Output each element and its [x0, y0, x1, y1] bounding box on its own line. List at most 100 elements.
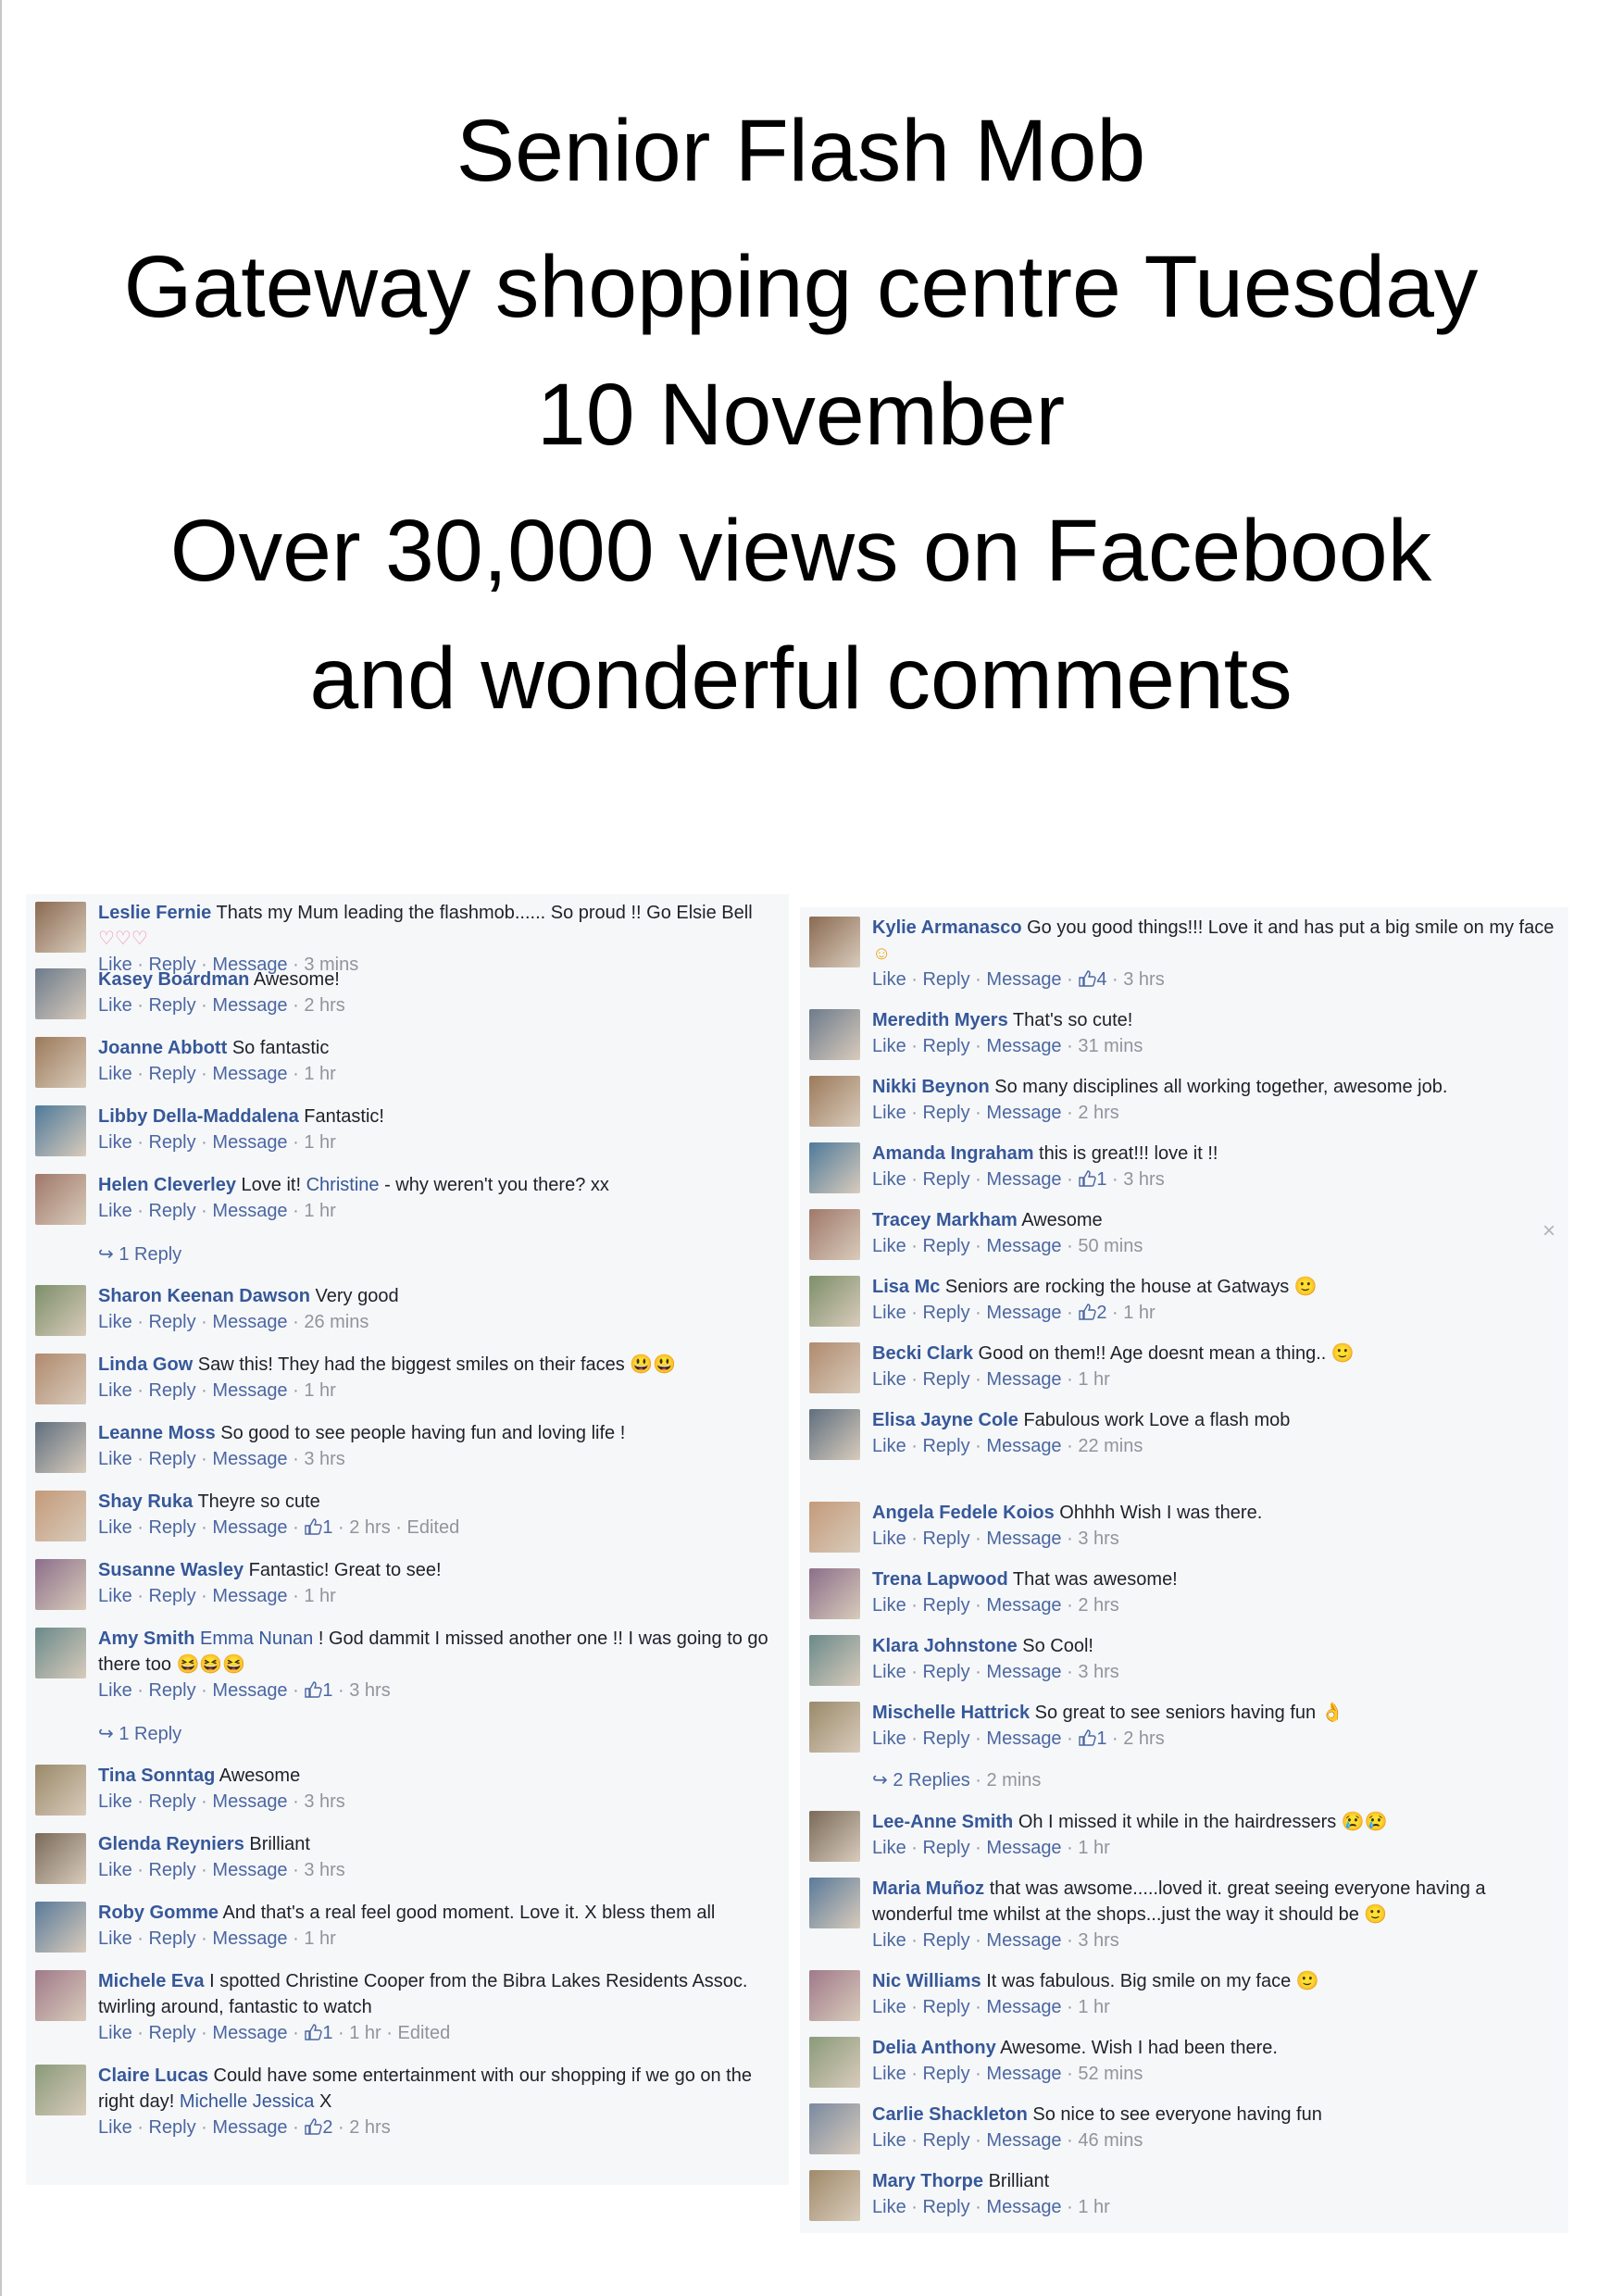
- avatar[interactable]: [809, 2170, 860, 2221]
- message-link[interactable]: Message: [986, 2064, 1061, 2084]
- timestamp[interactable]: 50 mins: [1078, 1236, 1143, 1256]
- timestamp[interactable]: 2 hrs: [1078, 1103, 1118, 1123]
- timestamp[interactable]: 1 hr: [1123, 1303, 1155, 1323]
- avatar[interactable]: [809, 1276, 860, 1327]
- reply-link[interactable]: Reply: [148, 1380, 195, 1401]
- reply-link[interactable]: Reply: [148, 1586, 195, 1606]
- message-link[interactable]: Message: [212, 2117, 287, 2138]
- message-link[interactable]: Message: [212, 2023, 287, 2043]
- commenter-name[interactable]: Libby Della-Maddalena: [98, 1106, 299, 1127]
- commenter-name[interactable]: Nikki Beynon: [872, 1077, 990, 1097]
- timestamp[interactable]: 3 hrs: [1078, 1930, 1118, 1951]
- avatar[interactable]: [809, 1409, 860, 1460]
- message-link[interactable]: Message: [986, 1436, 1061, 1456]
- like-link[interactable]: Like: [872, 1103, 906, 1123]
- message-link[interactable]: Message: [212, 1380, 287, 1401]
- reply-link[interactable]: Reply: [922, 1369, 969, 1390]
- reply-link[interactable]: Reply: [148, 1201, 195, 1221]
- like-link[interactable]: Like: [872, 1303, 906, 1323]
- commenter-name[interactable]: Delia Anthony: [872, 2038, 996, 2058]
- avatar[interactable]: [809, 917, 860, 967]
- message-link[interactable]: Message: [986, 1838, 1061, 1858]
- commenter-name[interactable]: Carlie Shackleton: [872, 2104, 1028, 2125]
- reply-link[interactable]: Reply: [922, 1838, 969, 1858]
- thumbs-up-icon[interactable]: [304, 2117, 323, 2138]
- avatar[interactable]: [35, 1285, 86, 1336]
- reply-link[interactable]: Reply: [922, 1529, 969, 1549]
- like-link[interactable]: Like: [872, 1169, 906, 1190]
- like-link[interactable]: Like: [872, 1236, 906, 1256]
- message-link[interactable]: Message: [212, 1517, 287, 1538]
- avatar[interactable]: [809, 1568, 860, 1619]
- like-link[interactable]: Like: [872, 1930, 906, 1951]
- commenter-name[interactable]: Tracey Markham: [872, 1210, 1018, 1230]
- message-link[interactable]: Message: [986, 1036, 1061, 1056]
- timestamp[interactable]: 2 hrs: [304, 995, 344, 1016]
- like-link[interactable]: Like: [98, 1132, 132, 1153]
- like-link[interactable]: Like: [98, 1928, 132, 1949]
- message-link[interactable]: Message: [212, 1312, 287, 1332]
- thumbs-up-icon[interactable]: [1078, 1728, 1097, 1749]
- thumbs-up-icon[interactable]: [1078, 1169, 1097, 1190]
- avatar[interactable]: [809, 1970, 860, 2021]
- thumbs-up-icon[interactable]: [1078, 1303, 1097, 1323]
- timestamp[interactable]: 52 mins: [1078, 2064, 1143, 2084]
- avatar[interactable]: [35, 1970, 86, 2021]
- avatar[interactable]: [35, 1354, 86, 1404]
- avatar[interactable]: [809, 1878, 860, 1928]
- timestamp[interactable]: 2 hrs: [1123, 1728, 1164, 1749]
- like-link[interactable]: Like: [872, 2130, 906, 2151]
- timestamp[interactable]: 3 hrs: [304, 1860, 344, 1880]
- timestamp[interactable]: 3 hrs: [1078, 1662, 1118, 1682]
- avatar[interactable]: [35, 1902, 86, 1953]
- like-link[interactable]: Like: [98, 1201, 132, 1221]
- message-link[interactable]: Message: [212, 1791, 287, 1812]
- timestamp[interactable]: 1 hr: [1078, 2197, 1109, 2217]
- message-link[interactable]: Message: [986, 1103, 1061, 1123]
- message-link[interactable]: Message: [986, 1236, 1061, 1256]
- like-link[interactable]: Like: [872, 1436, 906, 1456]
- commenter-name[interactable]: Leanne Moss: [98, 1423, 216, 1443]
- reply-link[interactable]: Reply: [148, 995, 195, 1016]
- reply-link[interactable]: Reply: [148, 1312, 195, 1332]
- message-link[interactable]: Message: [986, 1662, 1061, 1682]
- message-link[interactable]: Message: [212, 1860, 287, 1880]
- reply-link[interactable]: Reply: [922, 2130, 969, 2151]
- like-link[interactable]: Like: [98, 1380, 132, 1401]
- timestamp[interactable]: 1 hr: [1078, 1838, 1109, 1858]
- timestamp[interactable]: 26 mins: [304, 1312, 369, 1332]
- timestamp[interactable]: 2 hrs: [349, 1517, 390, 1538]
- timestamp[interactable]: 3 hrs: [304, 1449, 344, 1469]
- reply-link[interactable]: Reply: [922, 1930, 969, 1951]
- like-link[interactable]: Like: [98, 1860, 132, 1880]
- replies-count[interactable]: 1 Reply: [119, 1244, 181, 1265]
- like-link[interactable]: Like: [872, 969, 906, 990]
- message-link[interactable]: Message: [986, 2130, 1061, 2151]
- message-link[interactable]: Message: [212, 995, 287, 1016]
- timestamp[interactable]: 1 hr: [349, 2023, 381, 2043]
- timestamp[interactable]: 3 hrs: [1123, 1169, 1164, 1190]
- mentioned-user[interactable]: Michelle Jessica: [180, 2091, 315, 2112]
- like-link[interactable]: Like: [98, 1680, 132, 1701]
- commenter-name[interactable]: Linda Gow: [98, 1354, 193, 1375]
- avatar[interactable]: [809, 1702, 860, 1753]
- commenter-name[interactable]: Tina Sonntag: [98, 1766, 215, 1786]
- avatar[interactable]: [35, 902, 86, 953]
- reply-link[interactable]: Reply: [922, 1662, 969, 1682]
- reply-link[interactable]: Reply: [148, 1064, 195, 1084]
- timestamp[interactable]: 1 hr: [304, 1380, 335, 1401]
- timestamp[interactable]: 1 hr: [304, 1201, 335, 1221]
- message-link[interactable]: Message: [986, 1728, 1061, 1749]
- reply-link[interactable]: Reply: [922, 1236, 969, 1256]
- like-link[interactable]: Like: [872, 1728, 906, 1749]
- commenter-name[interactable]: Mischelle Hattrick: [872, 1703, 1030, 1723]
- commenter-name[interactable]: Lee-Anne Smith: [872, 1812, 1013, 1832]
- like-link[interactable]: Like: [872, 2197, 906, 2217]
- commenter-name[interactable]: Roby Gomme: [98, 1903, 219, 1923]
- view-replies-link[interactable]: ↪ 1 Reply: [26, 1720, 789, 1763]
- timestamp[interactable]: 1 hr: [1078, 1369, 1109, 1390]
- like-link[interactable]: Like: [98, 2023, 132, 2043]
- avatar[interactable]: [35, 1559, 86, 1610]
- thumbs-up-icon[interactable]: [304, 2023, 323, 2043]
- avatar[interactable]: [809, 1502, 860, 1553]
